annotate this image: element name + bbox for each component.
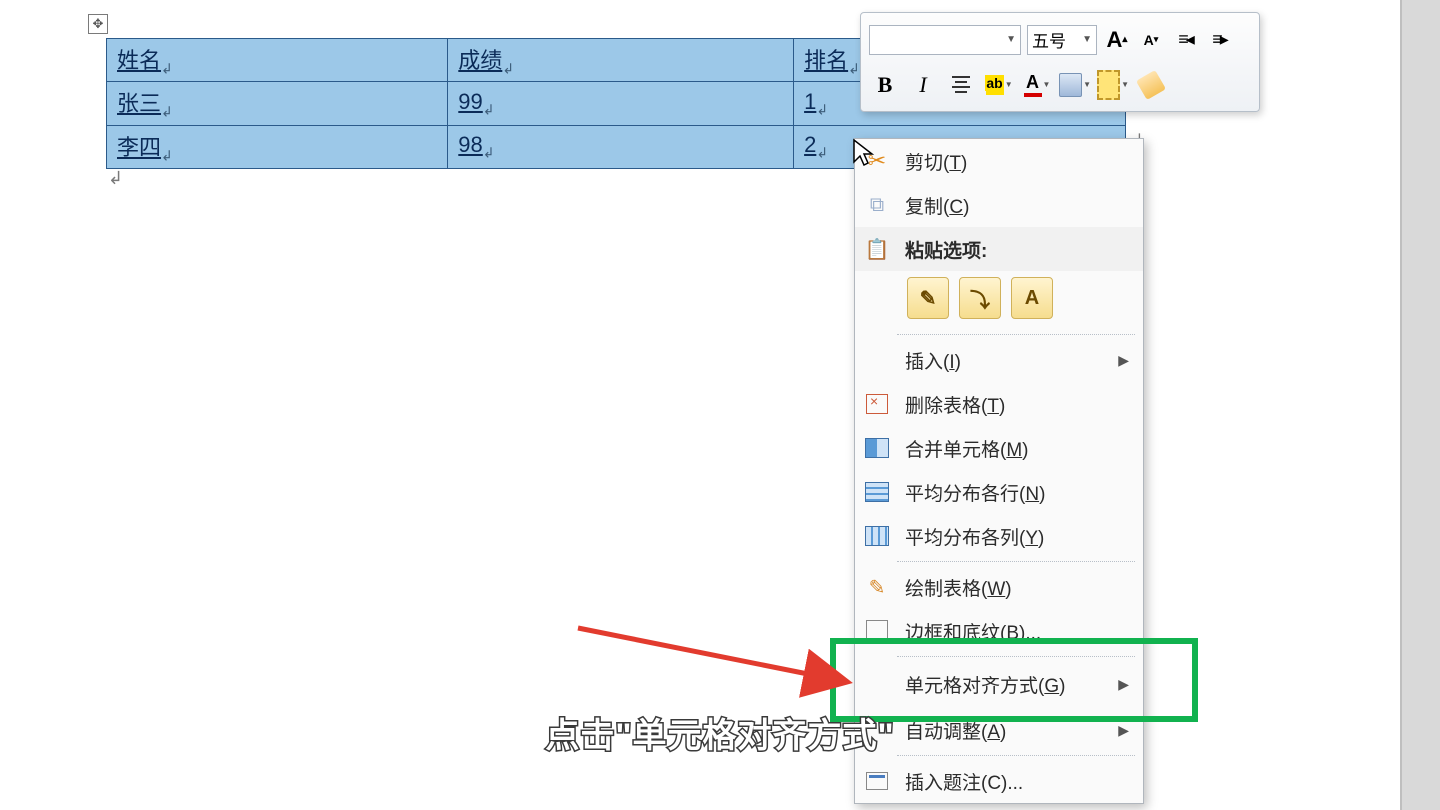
cell-para-mark: ↲ — [848, 60, 860, 76]
format-painter-button[interactable] — [1135, 69, 1167, 101]
paragraph-mark: ↲ — [108, 168, 123, 189]
context-menu: ✂ 剪切(T) ⧉ 复制(C) 📋 粘贴选项: ✎ ⤵ A 插入(I) ▶ 删除… — [854, 138, 1144, 804]
chevron-right-icon: ▶ — [1118, 722, 1129, 739]
increase-indent-button[interactable]: ≡▸ — [1205, 26, 1233, 54]
table-icon — [1097, 70, 1120, 100]
cell-header-score[interactable]: 成绩↲ — [448, 39, 794, 82]
caption-icon — [863, 767, 891, 795]
chevron-down-icon: ▼ — [1082, 34, 1092, 45]
mini-toolbar-row2: B I ab ▼ A ▼ ▼ ▼ — [869, 62, 1251, 107]
cell-r2c2[interactable]: 98↲ — [448, 125, 794, 168]
ctx-cell-alignment[interactable]: 单元格对齐方式(G) ▶ — [855, 660, 1143, 708]
cell-text: 李四 — [117, 135, 161, 160]
delete-table-icon — [863, 390, 891, 418]
ctx-autofit[interactable]: 自动调整(A) ▶ — [855, 708, 1143, 752]
paste-icon: 📋 — [863, 235, 891, 263]
ctx-copy[interactable]: ⧉ 复制(C) — [855, 183, 1143, 227]
highlight-icon: ab — [985, 75, 1003, 95]
chevron-down-icon: ▼ — [1121, 80, 1129, 89]
cell-r1c1[interactable]: 张三↲ — [107, 82, 448, 125]
mini-toolbar: ▼ 五号 ▼ A▴ A▾ ≡◂ ≡▸ B I ab ▼ A ▼ ▼ ▼ — [860, 12, 1260, 112]
cell-text: 2 — [804, 132, 816, 157]
separator — [897, 561, 1135, 562]
ctx-merge-cells[interactable]: 合并单元格(M) — [855, 426, 1143, 470]
distribute-cols-icon — [863, 522, 891, 550]
scissors-icon: ✂ — [863, 147, 891, 175]
separator — [897, 755, 1135, 756]
shading-button[interactable]: ▼ — [1059, 69, 1091, 101]
font-color-icon: A — [1024, 72, 1042, 97]
ctx-cut[interactable]: ✂ 剪切(T) — [855, 139, 1143, 183]
center-align-button[interactable] — [945, 69, 977, 101]
paste-keep-source[interactable]: ✎ — [907, 277, 949, 319]
blank-icon — [863, 670, 891, 698]
insert-table-button[interactable]: ▼ — [1097, 69, 1129, 101]
pencil-icon: ✎ — [863, 573, 891, 601]
ctx-insert[interactable]: 插入(I) ▶ — [855, 338, 1143, 382]
cell-text: 99 — [458, 89, 482, 114]
blank-icon — [863, 346, 891, 374]
cell-r1c2[interactable]: 99↲ — [448, 82, 794, 125]
paste-merge[interactable]: ⤵ — [959, 277, 1001, 319]
italic-button[interactable]: I — [907, 69, 939, 101]
ctx-insert-caption[interactable]: 插入题注(C)... — [855, 759, 1143, 803]
font-size-combo[interactable]: 五号 ▼ — [1027, 25, 1097, 55]
cell-para-mark: ↲ — [502, 60, 514, 76]
table-move-handle[interactable]: ✥ — [88, 14, 108, 34]
decrease-indent-button[interactable]: ≡◂ — [1171, 26, 1199, 54]
page-right-margin — [1400, 0, 1440, 810]
cell-text: 姓名 — [117, 48, 161, 73]
blank-icon — [863, 716, 891, 744]
cell-r2c1[interactable]: 李四↲ — [107, 125, 448, 168]
separator — [897, 656, 1135, 657]
ctx-draw-table[interactable]: ✎ 绘制表格(W) — [855, 565, 1143, 609]
separator — [897, 334, 1135, 335]
paint-bucket-icon — [1059, 73, 1082, 97]
font-color-button[interactable]: A ▼ — [1021, 69, 1053, 101]
cell-text: 成绩 — [458, 48, 502, 73]
chevron-right-icon: ▶ — [1118, 352, 1129, 369]
brush-icon — [1136, 69, 1166, 99]
ctx-borders-shading[interactable]: 边框和底纹(B)... — [855, 609, 1143, 653]
shrink-font-button[interactable]: A▾ — [1137, 26, 1165, 54]
paste-options-row: ✎ ⤵ A — [855, 271, 1143, 331]
copy-icon: ⧉ — [863, 191, 891, 219]
chevron-down-icon: ▼ — [1083, 80, 1091, 89]
highlight-color-button[interactable]: ab ▼ — [983, 69, 1015, 101]
ctx-distribute-rows[interactable]: 平均分布各行(N) — [855, 470, 1143, 514]
cell-text: 1 — [804, 89, 816, 114]
ctx-distribute-cols[interactable]: 平均分布各列(Y) — [855, 514, 1143, 558]
ctx-paste-options-header: 📋 粘贴选项: — [855, 227, 1143, 271]
cell-text: 98 — [458, 132, 482, 157]
chevron-down-icon: ▼ — [1043, 80, 1051, 89]
center-lines-icon — [952, 76, 970, 93]
bold-button[interactable]: B — [869, 69, 901, 101]
merge-cells-icon — [863, 434, 891, 462]
paste-text-only[interactable]: A — [1011, 277, 1053, 319]
cell-text: 排名 — [804, 48, 848, 73]
chevron-down-icon: ▼ — [1005, 80, 1013, 89]
font-size-value: 五号 — [1032, 27, 1066, 52]
cell-para-mark: ↲ — [161, 60, 173, 76]
borders-icon — [863, 617, 891, 645]
grow-font-button[interactable]: A▴ — [1103, 26, 1131, 54]
cell-text: 张三 — [117, 91, 161, 116]
font-name-combo[interactable]: ▼ — [869, 25, 1021, 55]
chevron-down-icon: ▼ — [1006, 34, 1016, 45]
chevron-right-icon: ▶ — [1118, 676, 1129, 693]
ctx-delete-table[interactable]: 删除表格(T) — [855, 382, 1143, 426]
cell-header-name[interactable]: 姓名↲ — [107, 39, 448, 82]
distribute-rows-icon — [863, 478, 891, 506]
mini-toolbar-row1: ▼ 五号 ▼ A▴ A▾ ≡◂ ≡▸ — [869, 17, 1251, 62]
